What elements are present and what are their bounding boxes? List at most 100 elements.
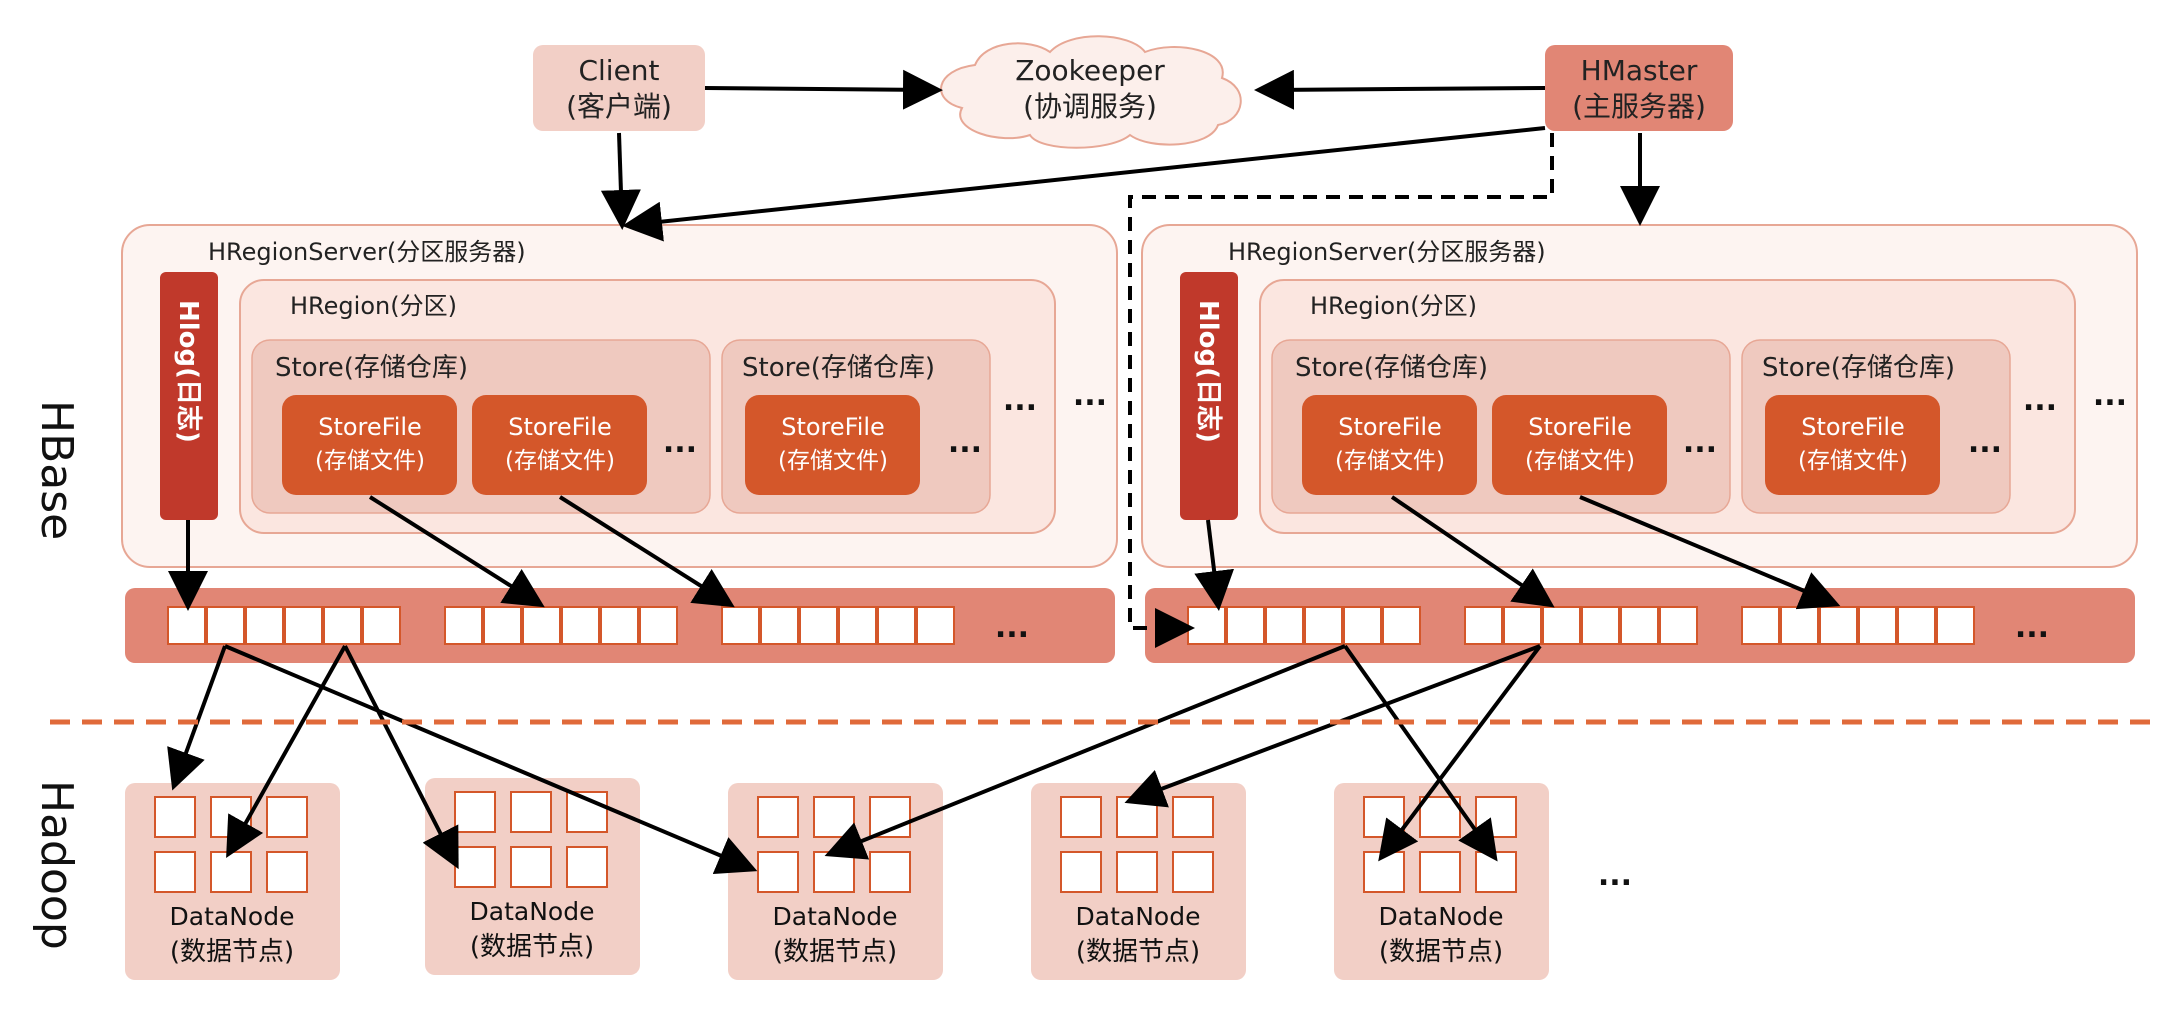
datanode-name: DataNode (1379, 902, 1504, 931)
storefile-rect (1302, 395, 1477, 495)
datanode-block (1475, 796, 1517, 838)
datanode-block (1060, 796, 1102, 838)
storefile-rect (745, 395, 920, 495)
client-name: Client (578, 54, 659, 87)
hdfs-block (1464, 606, 1503, 645)
hdfs-block (1542, 606, 1581, 645)
datanode-sub: (数据节点) (170, 937, 294, 967)
arrow-hdfs-dn1a (167, 645, 227, 791)
datanode-block (210, 796, 252, 838)
datanode-block (1060, 851, 1102, 893)
hdfs-block (284, 606, 323, 645)
ellipsis: ... (948, 425, 982, 460)
hregion-label: HRegion(分区) (290, 292, 457, 320)
datanode-block (1363, 796, 1405, 838)
storefile-1: StoreFile (存储文件) (1302, 395, 1477, 495)
hdfs-block (1620, 606, 1659, 645)
storefile-2: StoreFile (存储文件) (1492, 395, 1667, 495)
datanode-block (154, 851, 196, 893)
diagram-canvas: HBase Hadoop Client (客户端) Zookeeper (协调服… (31, 35, 2150, 980)
datanode-3: DataNode (数据节点) (728, 783, 943, 980)
storefile-rect (1765, 395, 1940, 495)
hdfs-block (1382, 606, 1421, 645)
hregion-label: HRegion(分区) (1310, 292, 1477, 320)
hmaster-sub: (主服务器) (1572, 90, 1706, 123)
hmaster-name: HMaster (1581, 54, 1698, 87)
layer-label-hadoop: Hadoop (31, 780, 82, 950)
hdfs-block (1819, 606, 1858, 645)
storefile-name: StoreFile (781, 413, 885, 441)
hlog-label: Hlog(日志) (1193, 300, 1223, 443)
storefile-name: StoreFile (318, 413, 422, 441)
datanode-block (566, 846, 608, 888)
datanode-block (1363, 851, 1405, 893)
datanode-block (1116, 796, 1158, 838)
hmaster-node: HMaster (主服务器) (1545, 45, 1733, 131)
hdfs-block (167, 606, 206, 645)
datanode-name: DataNode (470, 897, 595, 926)
store-1-label: Store(存储仓库) (275, 353, 468, 383)
hlog-label: Hlog(日志) (173, 300, 203, 443)
hdfs-block (1659, 606, 1698, 645)
datanodes: DataNode (数据节点) DataNode (数据节点) DataNode (数据节… (125, 778, 1632, 980)
datanode-block (1116, 851, 1158, 893)
datanode-1: DataNode (数据节点) (125, 783, 340, 980)
hdfs-block (1187, 606, 1226, 645)
hdfs-block (362, 606, 401, 645)
hdfs-block (1936, 606, 1975, 645)
datanode-block (510, 791, 552, 833)
datanode-name: DataNode (1076, 902, 1201, 931)
region-server-label: HRegionServer(分区服务器) (208, 238, 526, 266)
store-2-label: Store(存储仓库) (1762, 353, 1955, 383)
datanode-sub: (数据节点) (773, 937, 897, 967)
storefile-1: StoreFile (存储文件) (282, 395, 457, 495)
datanode-sub: (数据节点) (1076, 937, 1200, 967)
store-1-label: Store(存储仓库) (1295, 353, 1488, 383)
ellipsis: ... (1073, 378, 1107, 413)
hdfs-block (1780, 606, 1819, 645)
datanode-sub: (数据节点) (1379, 937, 1503, 967)
ellipsis: ... (1003, 383, 1037, 418)
datanode-block (154, 796, 196, 838)
datanode-block (210, 851, 252, 893)
ellipsis: ... (1683, 425, 1717, 460)
region-server-label: HRegionServer(分区服务器) (1228, 238, 1546, 266)
hdfs-block (799, 606, 838, 645)
hdfs-block (916, 606, 955, 645)
datanode-sub: (数据节点) (470, 932, 594, 962)
datanode-block (510, 846, 552, 888)
datanode-block (757, 851, 799, 893)
datanode-block (266, 851, 308, 893)
storefile-rect (282, 395, 457, 495)
arrow-client-server1 (600, 132, 641, 230)
storefile-3: StoreFile (存储文件) (745, 395, 920, 495)
storefile-sub: (存储文件) (1525, 448, 1635, 474)
hdfs-block (760, 606, 799, 645)
storefile-sub: (存储文件) (778, 448, 888, 474)
hdfs-block (1304, 606, 1343, 645)
datanode-block (454, 846, 496, 888)
datanode-block (1172, 796, 1214, 838)
datanode-block (1172, 851, 1214, 893)
storefile-name: StoreFile (1338, 413, 1442, 441)
zookeeper-name: Zookeeper (1015, 54, 1165, 87)
arrow-client-zookeeper (704, 69, 943, 110)
storefile-sub: (存储文件) (505, 448, 615, 474)
hdfs-block (877, 606, 916, 645)
datanode-block (813, 796, 855, 838)
hbase-architecture-diagram: HBase Hadoop Client (客户端) Zookeeper (协调服… (0, 0, 2178, 1014)
hdfs-block (1581, 606, 1620, 645)
storefile-sub: (存储文件) (1798, 448, 1908, 474)
ellipsis: ... (1598, 858, 1632, 893)
datanode-block (266, 796, 308, 838)
hdfs-block (245, 606, 284, 645)
storefile-name: StoreFile (1528, 413, 1632, 441)
hdfs-block (1741, 606, 1780, 645)
ellipsis: ... (663, 425, 697, 460)
storefile-sub: (存储文件) (1335, 448, 1445, 474)
store-2-label: Store(存储仓库) (742, 353, 935, 383)
datanode-block (869, 851, 911, 893)
hdfs-block (639, 606, 678, 645)
hdfs-block (1343, 606, 1382, 645)
datanode-block (454, 791, 496, 833)
